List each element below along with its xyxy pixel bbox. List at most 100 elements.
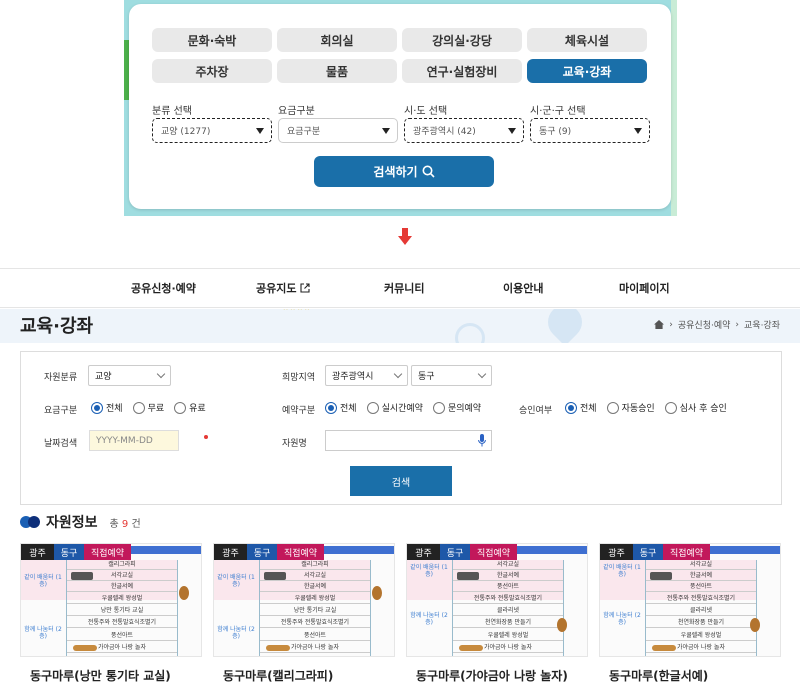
page-header: ★★★★ 교육·강좌 › 공유신청·예약 › 교육·강좌 [0, 309, 800, 343]
resource-card[interactable]: 광주 동구 직접예약 같이 배움터 (1층) 함께 나눔터 (2층) 캘리그라피… [20, 543, 202, 690]
category-grid: 문화·숙박 회의실 강의실·강당 체육시설 주차장 물품 연구·실험장비 교육·… [152, 28, 648, 83]
thumb-row: 캘리그라피 [260, 560, 370, 570]
radio-button[interactable] [91, 401, 103, 414]
reservation-label: 예약구분 [282, 406, 316, 416]
select-value: 교양 (1277) [161, 127, 211, 137]
thumb-row: 한글서예 [67, 582, 177, 592]
chevron-down-icon [393, 369, 403, 379]
category-search-panel: 문화·숙박 회의실 강의실·강당 체육시설 주차장 물품 연구·실험장비 교육·… [129, 4, 671, 209]
category-select[interactable]: 교양 (1277) [152, 118, 272, 143]
category-button-meeting-room[interactable]: 회의실 [277, 28, 397, 52]
nav-item-map[interactable]: 공유지도 [256, 269, 311, 307]
approval-radio-auto[interactable]: 자동승인 [606, 401, 655, 414]
card-tags: 광주 동구 직접예약 [21, 544, 131, 560]
reservation-radio-all[interactable]: 전체 [325, 401, 357, 414]
card-thumbnail: 광주 동구 직접예약 같이 배움터 (1층) 함께 나눔터 (2층) 서각교실 … [406, 543, 588, 657]
results-header: 자원정보 총 9 건 [20, 512, 141, 532]
reservation-radio-inquiry[interactable]: 문의예약 [432, 401, 482, 414]
radio-button[interactable] [366, 401, 379, 414]
radio-button[interactable] [664, 401, 677, 414]
fee-radio-free[interactable]: 무료 [132, 401, 164, 414]
nav-item-guide[interactable]: 이용안내 [503, 269, 543, 307]
radio-button[interactable] [565, 401, 577, 414]
radio-label: 문의예약 [447, 404, 482, 414]
radio-button[interactable] [325, 401, 337, 414]
card-tags: 광주 동구 직접예약 [214, 544, 324, 560]
search-button[interactable]: 검색하기 [314, 156, 494, 187]
resource-name-input[interactable] [325, 430, 492, 451]
fee-radio-paid[interactable]: 유료 [174, 401, 206, 414]
select-value: 광주광역시 [332, 372, 374, 382]
radio-button[interactable] [132, 401, 145, 414]
date-input[interactable]: YYYY-MM-DD [89, 430, 179, 451]
card-thumbnail: 광주 동구 직접예약 같이 배움터 (1층) 함께 나눔터 (2층) 캘리그라피… [20, 543, 202, 657]
breadcrumb-item[interactable]: 공유신청·예약 [678, 318, 731, 331]
category-button-parking[interactable]: 주차장 [152, 59, 272, 83]
radio-button[interactable] [174, 401, 187, 414]
microphone-icon[interactable] [478, 434, 486, 447]
results-count: 총 9 건 [110, 515, 141, 530]
chevron-down-icon [156, 369, 166, 379]
resource-card[interactable]: 광주 동구 직접예약 같이 배움터 (1층) 함께 나눔터 (2층) 캘리그라피… [213, 543, 395, 690]
reservation-radio-realtime[interactable]: 실시간예약 [366, 401, 423, 414]
fee-select[interactable]: 요금구분 [278, 118, 398, 143]
filter-label: 요금구분 [278, 106, 315, 117]
thumb-row: 우쿨렐레 왕성벌 [453, 631, 563, 641]
nav-item-community[interactable]: 커뮤니티 [384, 269, 424, 307]
card-title: 동구마루(캘리그라피) [223, 669, 334, 683]
thumb-row: 전통주와 전통발효식조별기 [67, 618, 177, 628]
thumb-row: 풍선아트 [453, 582, 563, 592]
reservation-tag: 직접예약 [84, 544, 131, 560]
approval-radio-group: 전체 자동승인 심사 후 승인 [565, 401, 727, 414]
card-thumbnail: 광주 동구 직접예약 같이 배움터 (1층) 함께 나눔터 (2층) 캘리그라피… [213, 543, 395, 657]
category-button-research[interactable]: 연구·실험장비 [402, 59, 522, 83]
search-icon [422, 165, 435, 178]
radio-label: 전체 [580, 404, 597, 414]
sido-select[interactable]: 광주광역시 [325, 365, 408, 386]
search-form: 자원분류 교양 희망지역 광주광역시 동구 요금구분 전체 무료 유료 예약구분… [20, 351, 782, 505]
region-tag: 광주 [407, 544, 440, 560]
category-button-culture[interactable]: 문화·숙박 [152, 28, 272, 52]
sigungu-select[interactable]: 동구 [411, 365, 492, 386]
region-tag: 광주 [600, 544, 633, 560]
district-tag: 동구 [54, 544, 84, 560]
sido-select[interactable]: 광주광역시 (42) [404, 118, 524, 143]
thumb-group-label: 함께 나눔터 (2층) [410, 612, 448, 626]
thumb-row: 서각교실 [453, 560, 563, 570]
radio-label: 심사 후 승인 [679, 404, 727, 414]
card-title: 동구마루(한글서예) [609, 669, 709, 683]
filter-sigungu: 시·군·구 선택 동구 (9) [530, 102, 650, 143]
category-button-sports[interactable]: 체육시설 [527, 28, 647, 52]
main-navigation: 공유신청·예약 공유지도 커뮤니티 이용안내 마이페이지 [0, 268, 800, 308]
approval-radio-review[interactable]: 심사 후 승인 [664, 401, 727, 414]
approval-radio-all[interactable]: 전체 [565, 401, 597, 414]
required-marker [204, 435, 208, 439]
category-button-education[interactable]: 교육·강좌 [527, 59, 647, 83]
radio-button[interactable] [432, 401, 445, 414]
category-button-lecture-hall[interactable]: 강의실·강당 [402, 28, 522, 52]
home-icon[interactable] [654, 320, 665, 329]
breadcrumb-item[interactable]: 교육·강좌 [744, 318, 780, 331]
thumb-row: 전통주와 전통발효식조별기 [646, 594, 756, 604]
region-label: 희망지역 [282, 373, 316, 383]
filter-label: 분류 선택 [152, 106, 192, 117]
brush-case-icon [71, 572, 93, 580]
gayageum-icon [266, 645, 290, 651]
resource-type-select[interactable]: 교양 [88, 365, 171, 386]
fee-radio-all[interactable]: 전체 [91, 401, 123, 414]
nav-item-mypage[interactable]: 마이페이지 [619, 269, 670, 307]
thumb-row: 우쿨렐레 왕성벌 [260, 594, 370, 604]
thumb-row: 낭만 통기타 교실 [260, 606, 370, 616]
radio-button[interactable] [606, 401, 619, 414]
filter-row: 분류 선택 교양 (1277) 요금구분 요금구분 시·도 선택 광주광역시 (… [152, 102, 650, 143]
radio-label: 자동승인 [621, 404, 655, 414]
nav-item-reservation[interactable]: 공유신청·예약 [131, 269, 196, 307]
radio-label: 실시간예약 [381, 404, 423, 414]
sigungu-select[interactable]: 동구 (9) [530, 118, 650, 143]
category-button-goods[interactable]: 물품 [277, 59, 397, 83]
thumb-row: 우쿨렐레 왕성벌 [67, 594, 177, 604]
resource-card[interactable]: 광주 동구 직접예약 같이 배움터 (1층) 함께 나눔터 (2층) 서각교실 … [599, 543, 781, 690]
form-search-button[interactable]: 검색 [350, 466, 452, 496]
reservation-tag: 직접예약 [277, 544, 324, 560]
resource-card[interactable]: 광주 동구 직접예약 같이 배움터 (1층) 함께 나눔터 (2층) 서각교실 … [406, 543, 588, 690]
